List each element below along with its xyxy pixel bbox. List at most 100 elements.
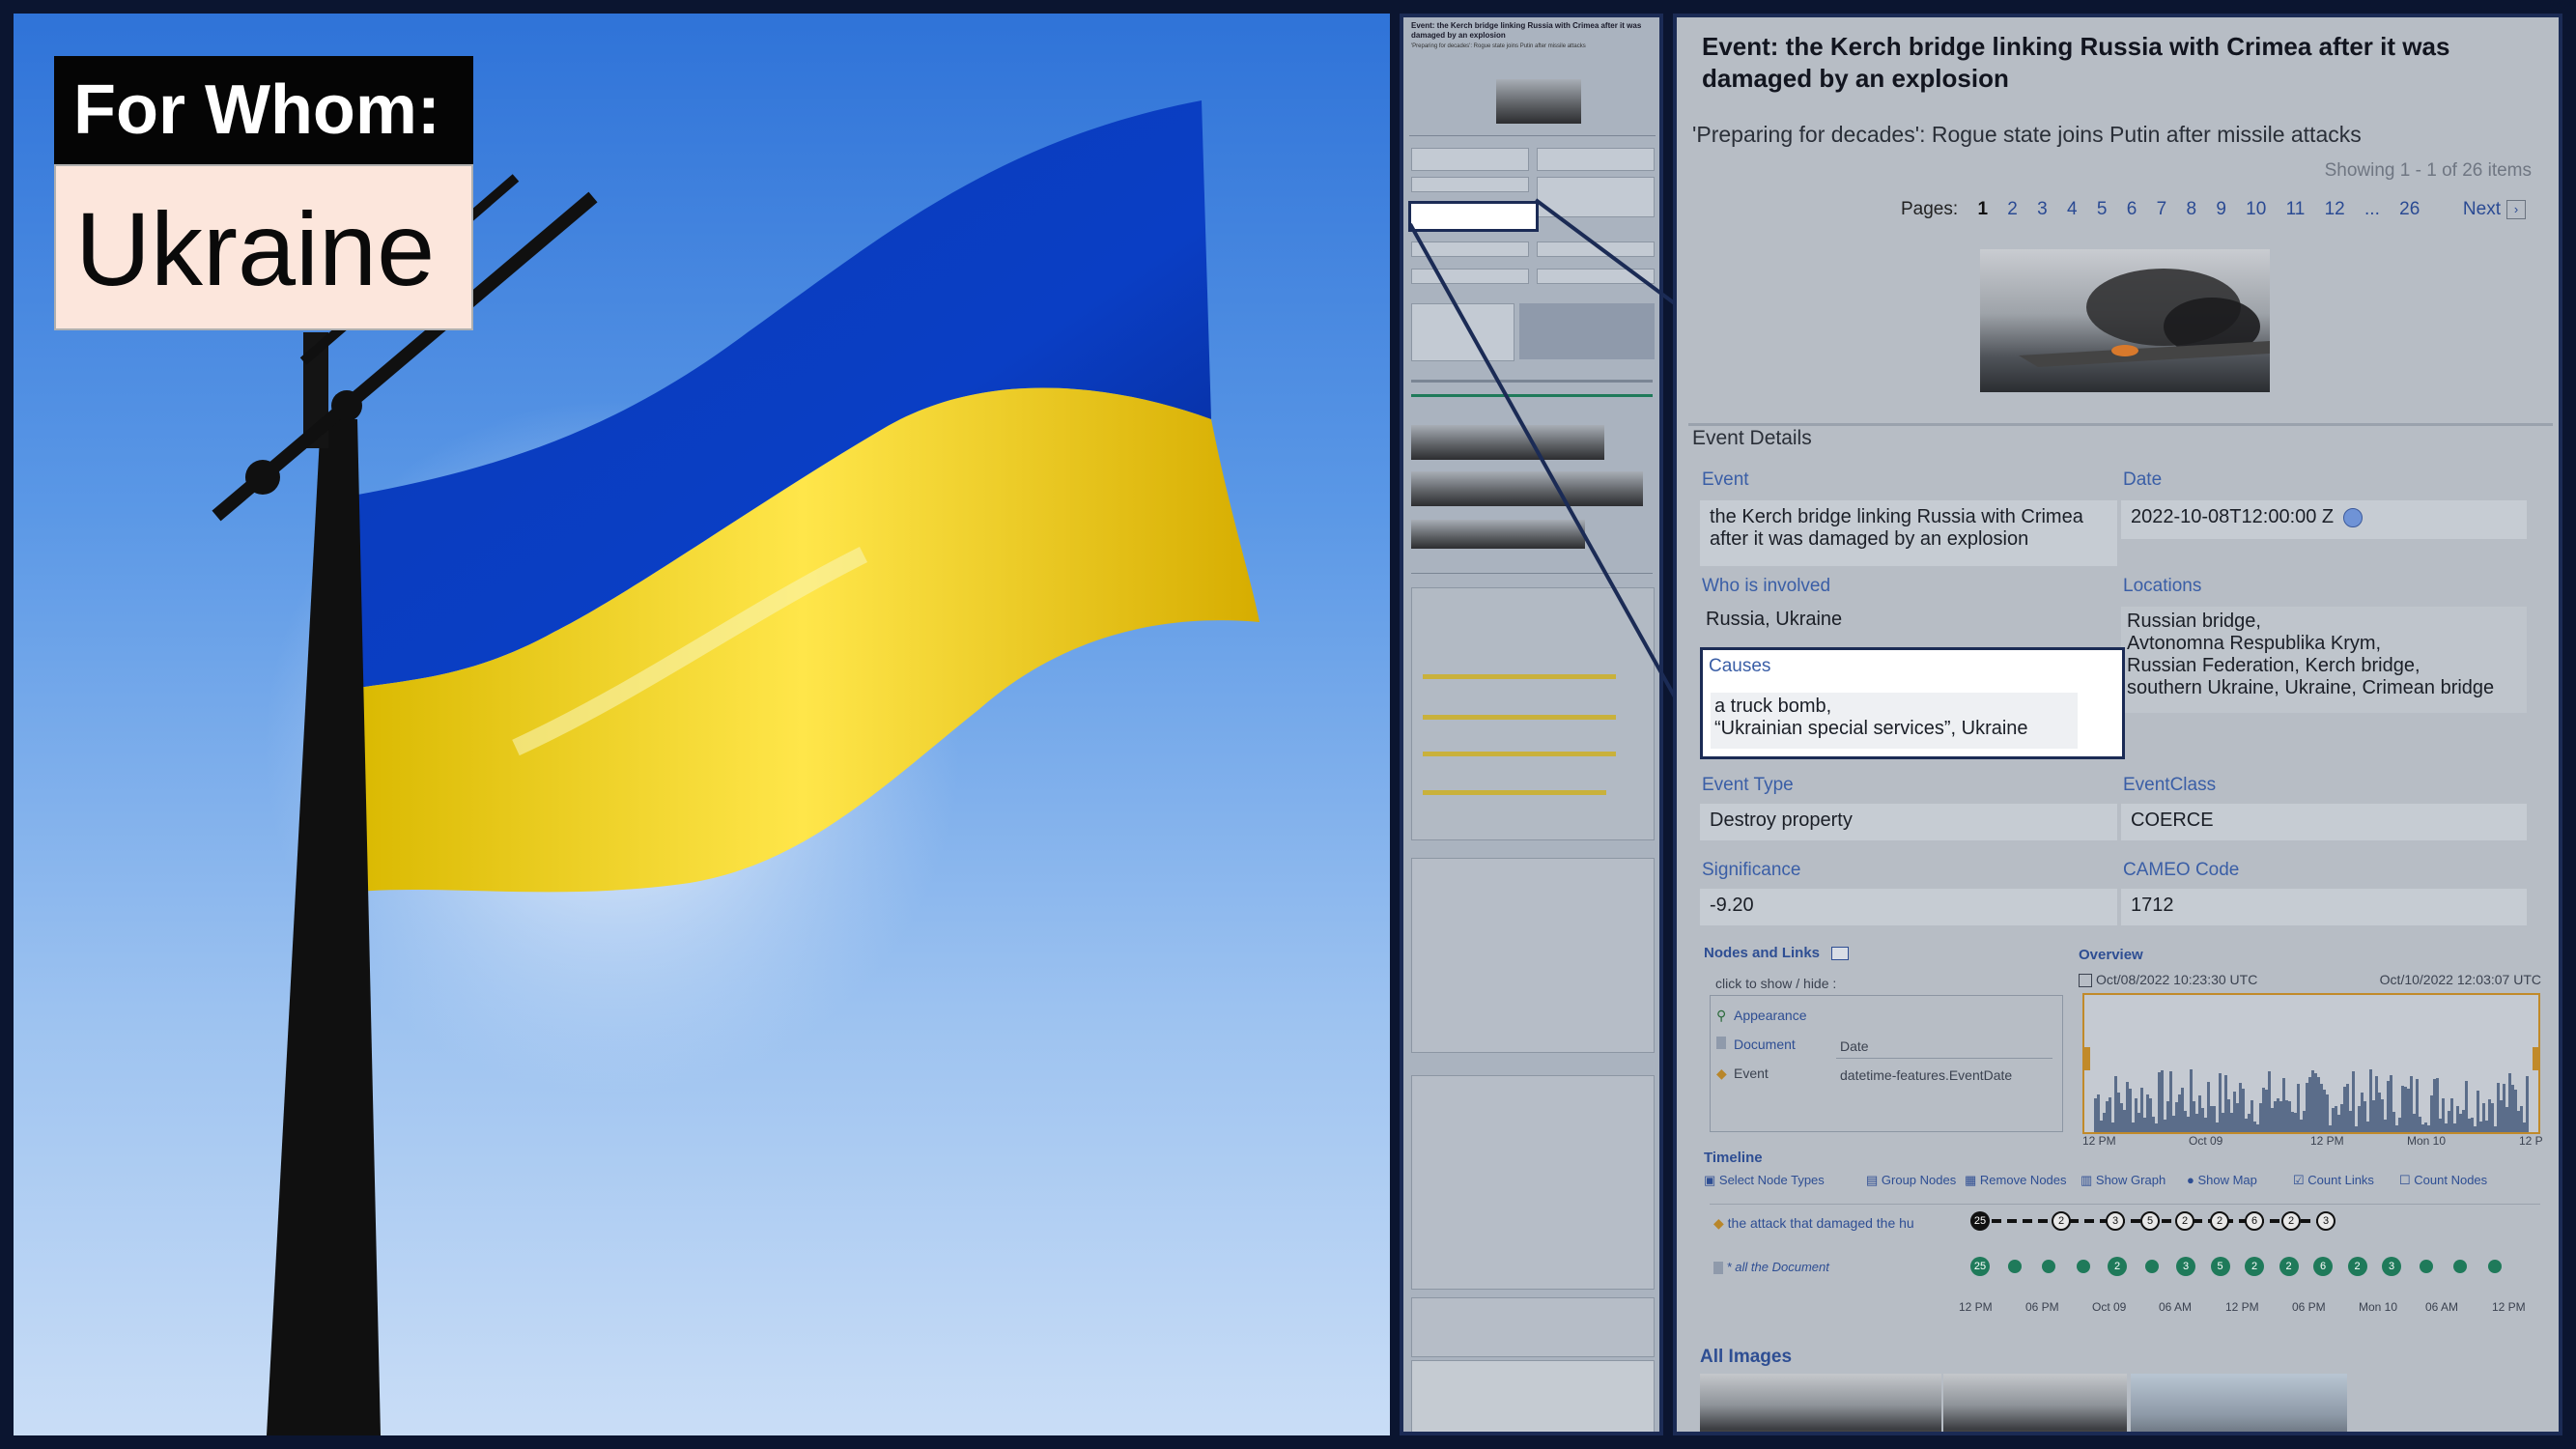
link-icon: ⚲ <box>1716 1008 1727 1023</box>
thumb-field <box>1411 269 1529 284</box>
range-handle-right[interactable] <box>2533 1047 2538 1070</box>
timeline-node[interactable]: 2 <box>2052 1211 2071 1231</box>
event-class-value: COERCE <box>2121 804 2527 840</box>
page-link[interactable]: 3 <box>2037 199 2048 219</box>
page-link[interactable]: 8 <box>2186 199 2196 219</box>
overview-bar <box>2352 1071 2355 1132</box>
timeline-dot[interactable]: 3 <box>2176 1257 2195 1276</box>
nodes-links-title: Nodes and Links <box>1704 945 1850 961</box>
diamond-icon: ◆ <box>1716 1065 1727 1081</box>
overview-tick: Mon 10 <box>2407 1134 2447 1148</box>
calendar-icon[interactable] <box>2079 974 2092 988</box>
timeline-row-label[interactable]: ◆ the attack that damaged the hu <box>1713 1215 1914 1232</box>
timeline-dot[interactable]: 3 <box>2382 1257 2401 1276</box>
thumb-event-actors <box>1411 1075 1655 1290</box>
timeline-node[interactable]: 25 <box>1970 1211 1990 1231</box>
timeline-node[interactable]: 5 <box>2140 1211 2160 1231</box>
select-node-types-button[interactable]: ▣ Select Node Types <box>1704 1173 1825 1188</box>
for-whom-heading: For Whom: <box>54 56 473 164</box>
location-line: Russian Federation, Kerch bridge, <box>2127 655 2420 676</box>
thumb-highlight <box>1423 752 1616 756</box>
cause-line: “Ukrainian special services”, Ukraine <box>1714 718 2028 739</box>
document-row[interactable]: Document <box>1734 1037 1796 1052</box>
timeline-dot[interactable] <box>2007 1260 2022 1273</box>
document-icon <box>1713 1262 1723 1275</box>
pages-label: Pages: <box>1901 199 1959 219</box>
timeline-tick: Oct 09 <box>2092 1300 2127 1314</box>
timeline-dot[interactable]: 2 <box>2108 1257 2127 1276</box>
timeline-dot[interactable]: 5 <box>2210 1257 2230 1276</box>
timeline-dot[interactable] <box>2042 1260 2055 1273</box>
timeline-node[interactable]: 2 <box>2281 1211 2301 1231</box>
timeline-node[interactable]: 3 <box>2316 1211 2335 1231</box>
overview-bar <box>2526 1076 2529 1132</box>
overview-chart[interactable] <box>2082 993 2540 1134</box>
overview-end: Oct/10/2022 12:03:07 UTC <box>2379 972 2541 987</box>
event-row[interactable]: Event <box>1734 1065 1769 1081</box>
who-value: Russia, Ukraine <box>1706 609 1843 630</box>
page-link[interactable]: 2 <box>2007 199 2018 219</box>
date-value: 2022-10-08T12:00:00 Z <box>2121 500 2527 539</box>
page-link-current[interactable]: 1 <box>1977 199 1988 219</box>
gallery-image[interactable] <box>1943 1374 2127 1432</box>
page-link[interactable]: 10 <box>2246 199 2266 219</box>
page-link[interactable]: 7 <box>2157 199 2167 219</box>
thumb-subtitle: 'Preparing for decades': Rogue state joi… <box>1411 43 1586 49</box>
thumb-highlight <box>1423 674 1616 679</box>
page-link[interactable]: 5 <box>2097 199 2108 219</box>
event-hero-image[interactable] <box>1980 249 2270 392</box>
cameo-label: CAMEO Code <box>2123 860 2240 880</box>
thumb-field <box>1411 177 1529 192</box>
page-link[interactable]: 6 <box>2127 199 2137 219</box>
gallery-image[interactable] <box>1700 1374 1941 1432</box>
group-nodes-button[interactable]: ▤ Group Nodes <box>1866 1173 1956 1188</box>
overview-start: Oct/08/2022 10:23:30 UTC <box>2079 972 2257 988</box>
timeline-title: Timeline <box>1704 1150 1763 1166</box>
timeline-node[interactable]: 2 <box>2175 1211 2194 1231</box>
timeline-node[interactable]: 6 <box>2245 1211 2264 1231</box>
bridge-smoke-picture <box>2019 269 2270 367</box>
timeline-node[interactable]: 2 <box>2210 1211 2229 1231</box>
page-link[interactable]: 9 <box>2216 199 2226 219</box>
page-link[interactable]: 11 <box>2286 199 2306 219</box>
timeline-dot[interactable] <box>2487 1260 2502 1273</box>
timeline-dot[interactable]: 2 <box>2347 1257 2367 1276</box>
timeline-dot[interactable] <box>2453 1260 2467 1273</box>
timeline-dot[interactable] <box>2144 1260 2159 1273</box>
timeline-dot[interactable] <box>2076 1260 2090 1273</box>
gallery-image[interactable] <box>2131 1374 2347 1432</box>
timeline-dot[interactable]: 2 <box>2245 1257 2264 1276</box>
page-thumbnail: Event: the Kerch bridge linking Russia w… <box>1400 14 1663 1435</box>
timeline-row-label[interactable]: * all the Document <box>1713 1260 1829 1275</box>
timeline-dot[interactable]: 2 <box>2279 1257 2299 1276</box>
timeline-dot[interactable] <box>2419 1260 2433 1273</box>
show-map-button[interactable]: ● Show Map <box>2187 1173 2257 1187</box>
appearance-row[interactable]: Appearance <box>1734 1008 1807 1023</box>
show-graph-button[interactable]: ▥ Show Graph <box>2081 1173 2166 1188</box>
thumb-title: Event: the Kerch bridge linking Russia w… <box>1411 21 1642 40</box>
next-page-link[interactable]: Next › <box>2463 199 2526 220</box>
page-link[interactable]: 26 <box>2399 199 2420 219</box>
event-detail-page: Event: the Kerch bridge linking Russia w… <box>1673 14 2562 1435</box>
event-value-line: the Kerch bridge linking Russia with Cri… <box>1710 506 2083 527</box>
remove-nodes-button[interactable]: ▦ Remove Nodes <box>1965 1173 2067 1188</box>
globe-icon[interactable] <box>2342 507 2363 527</box>
event-details-heading: Event Details <box>1692 427 1812 449</box>
count-links-checkbox[interactable]: ☑ Count Links <box>2293 1173 2374 1188</box>
significance-value: -9.20 <box>1700 889 2117 925</box>
count-nodes-checkbox[interactable]: ☐ Count Nodes <box>2399 1173 2487 1188</box>
timeline-node[interactable]: 3 <box>2106 1211 2125 1231</box>
timeline-dot[interactable]: 6 <box>2313 1257 2333 1276</box>
range-handle-left[interactable] <box>2084 1047 2090 1070</box>
table-icon[interactable] <box>1831 947 1850 961</box>
thumb-field <box>1537 177 1655 217</box>
event-label: Event <box>1702 469 1749 490</box>
timeline-tick: 06 AM <box>2159 1300 2193 1314</box>
row-divider <box>1836 1058 2052 1059</box>
thumb-field <box>1537 269 1655 284</box>
nodes-links-hint: click to show / hide : <box>1715 976 1837 991</box>
timeline-dot[interactable]: 25 <box>1970 1257 1990 1276</box>
page-link[interactable]: 4 <box>2067 199 2078 219</box>
overview-tick: Oct 09 <box>2189 1134 2223 1148</box>
page-link[interactable]: 12 <box>2325 199 2345 219</box>
